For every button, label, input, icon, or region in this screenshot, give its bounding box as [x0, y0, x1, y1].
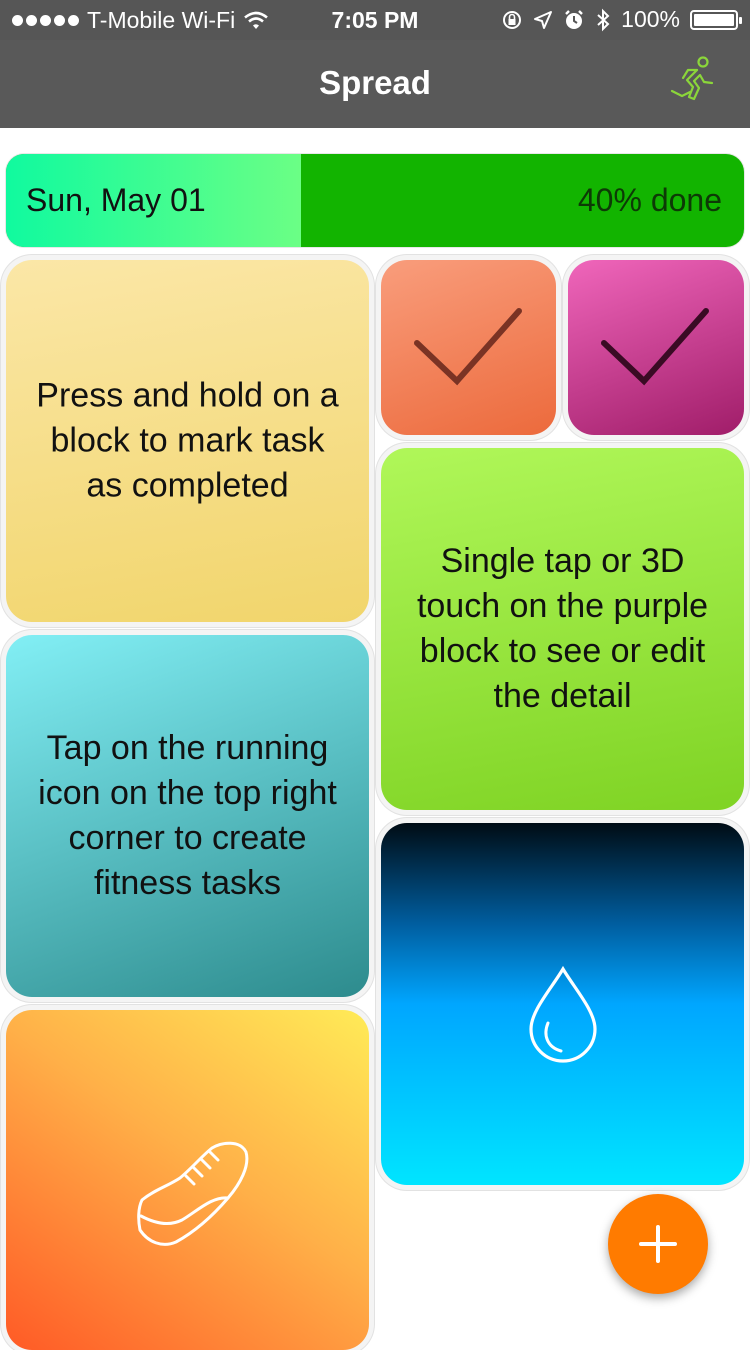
- check-icon: [601, 307, 709, 385]
- purple-check-block[interactable]: [568, 260, 744, 435]
- status-bar: T-Mobile Wi-Fi 7:05 PM 100%: [0, 0, 750, 40]
- sneaker-block[interactable]: [6, 1010, 369, 1350]
- check-icon: [413, 307, 522, 385]
- water-drop-icon: [528, 965, 597, 1063]
- plus-icon: [639, 1225, 677, 1263]
- progress-date: Sun, May 01: [26, 182, 206, 218]
- hold-tip-block[interactable]: Press and hold on a block to mark task a…: [6, 260, 369, 622]
- orientation-lock-icon: [503, 10, 522, 29]
- nav-bar: Spread: [0, 40, 750, 128]
- water-block[interactable]: [381, 823, 744, 1185]
- status-right: 100%: [501, 6, 742, 33]
- tap-tip-block[interactable]: Single tap or 3D touch on the purple blo…: [381, 448, 744, 810]
- battery-icon: [690, 9, 742, 30]
- tap-tip-text: Single tap or 3D touch on the purple blo…: [416, 542, 709, 715]
- bluetooth-icon: [597, 8, 610, 31]
- orange-check-block[interactable]: [381, 260, 556, 435]
- daily-progress-bar: Sun, May 01 40% done: [6, 154, 744, 247]
- running-man-icon[interactable]: [666, 54, 720, 108]
- progress-percent: 40% done: [577, 182, 722, 218]
- sneaker-icon: [137, 1141, 249, 1246]
- hold-tip-text: Press and hold on a block to mark task a…: [36, 376, 339, 505]
- location-icon: [534, 10, 553, 29]
- running-tip-block[interactable]: Tap on the running icon on the top right…: [6, 635, 369, 997]
- running-tip-text: Tap on the running icon on the top right…: [38, 729, 337, 902]
- page-title: Spread: [319, 64, 431, 101]
- battery-percent: 100%: [621, 6, 680, 32]
- alarm-icon: [565, 9, 584, 29]
- add-task-button[interactable]: [608, 1194, 708, 1294]
